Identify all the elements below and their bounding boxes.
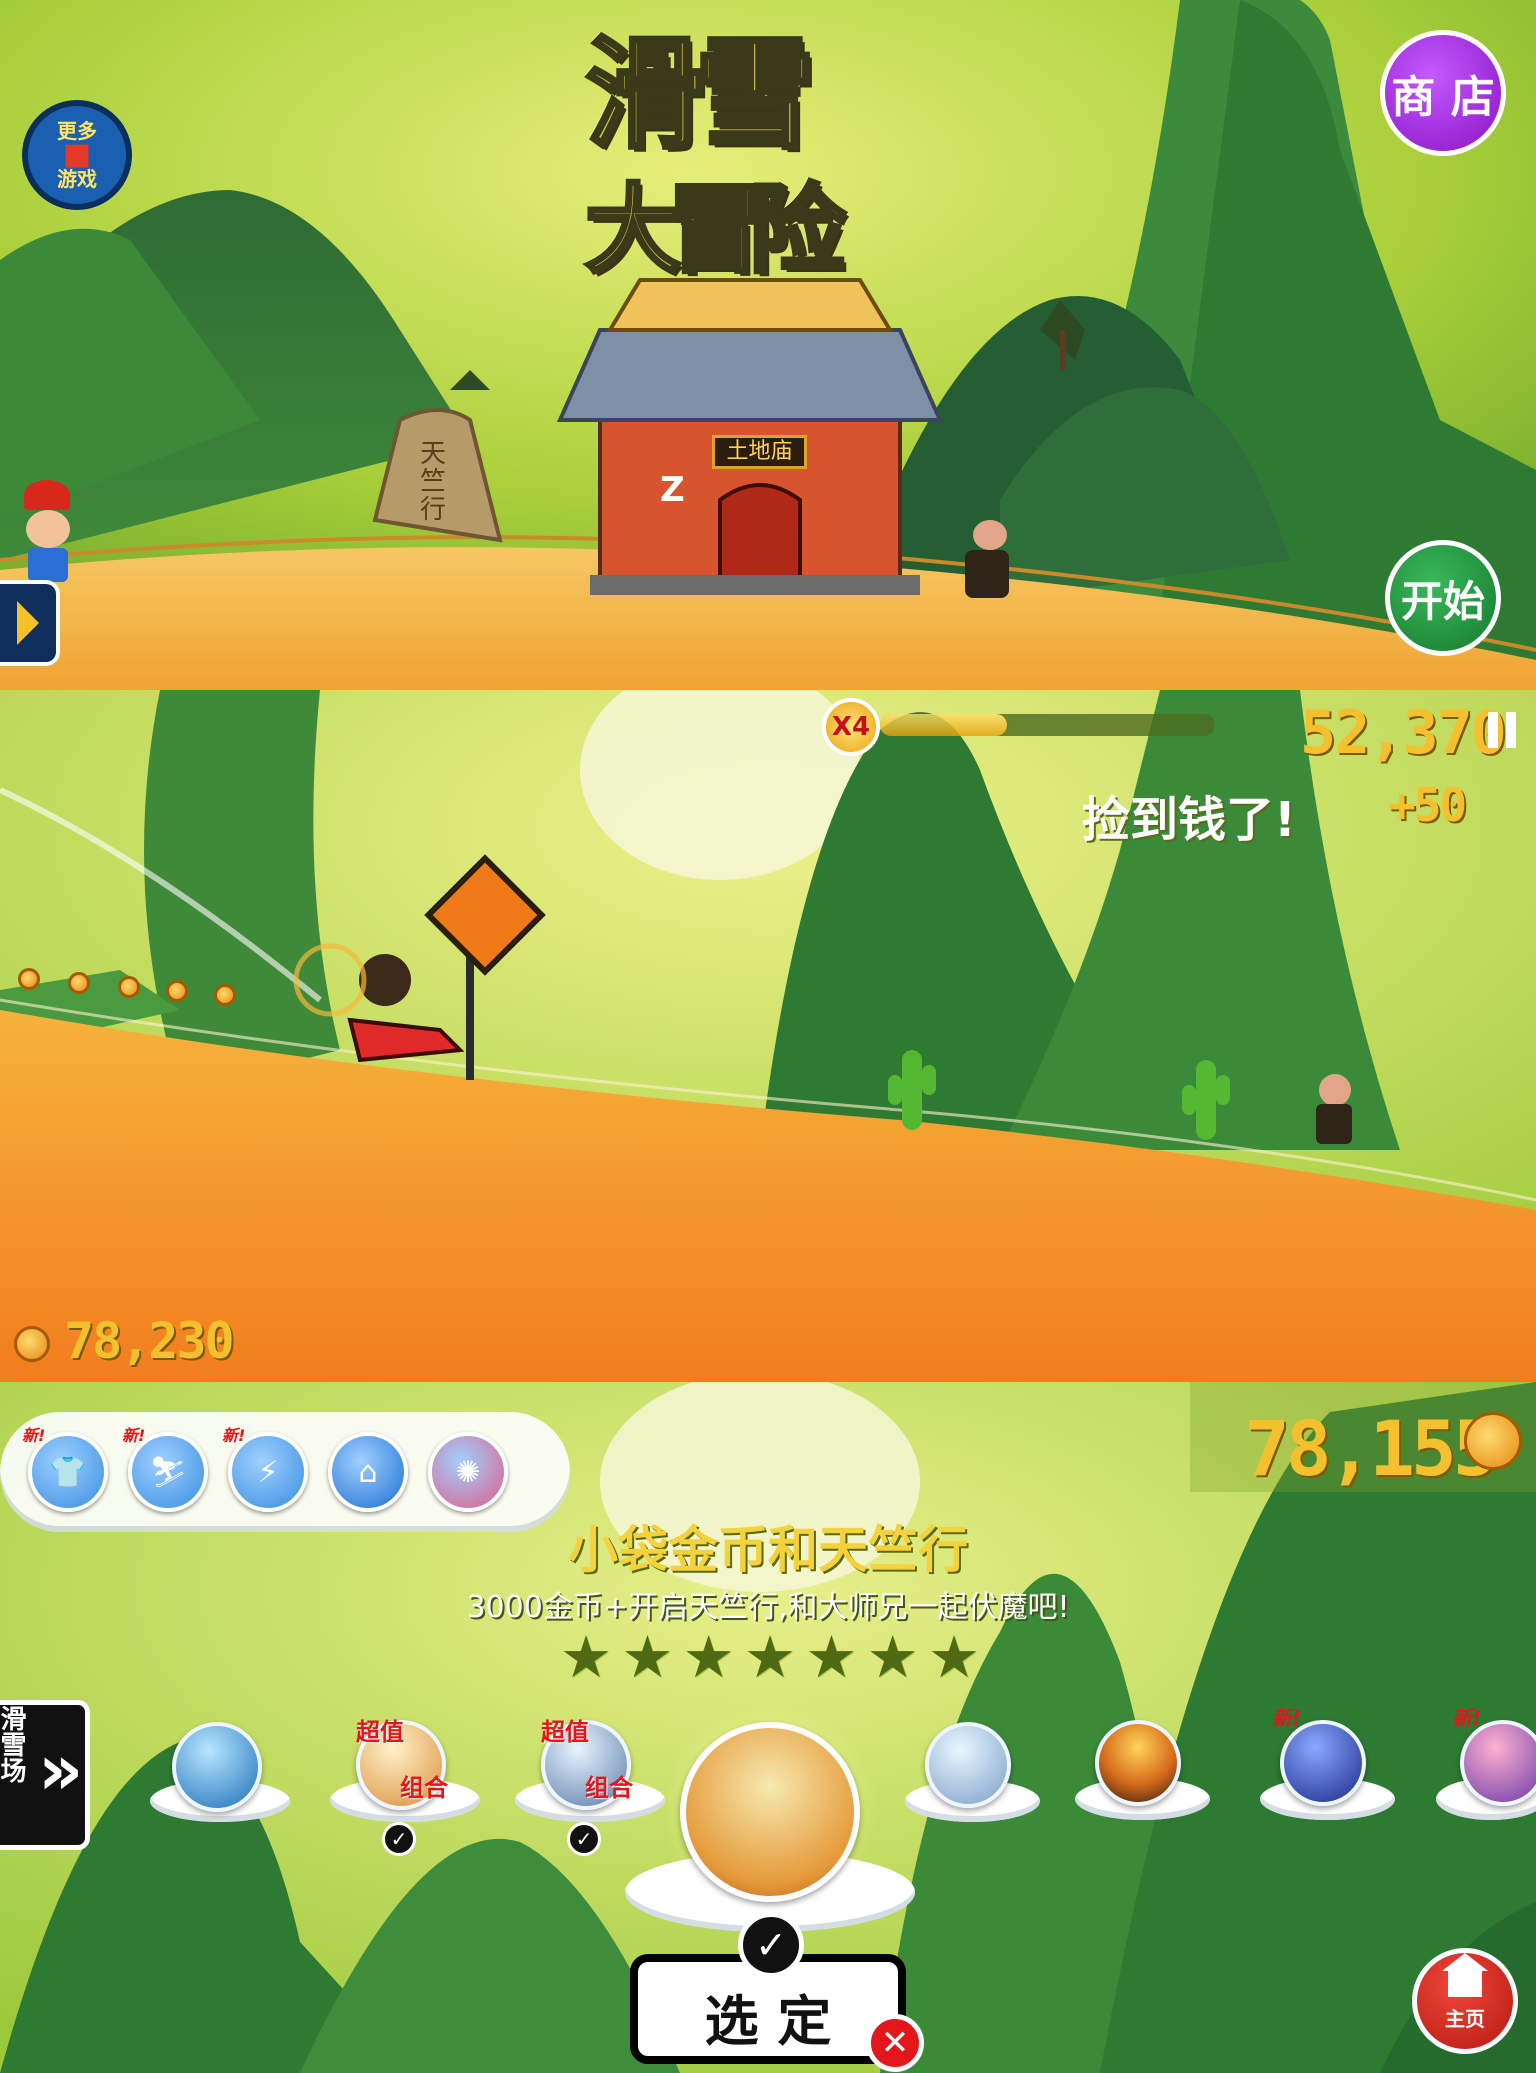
play-arrow-icon: [17, 601, 39, 645]
score-value: 52,370: [1300, 698, 1507, 768]
shop-coins-total: 78,155: [1244, 1404, 1499, 1493]
start-button[interactable]: 开始: [1385, 540, 1501, 656]
gift-icon: ■: [62, 137, 92, 172]
confirm-check-icon: ✓: [738, 1912, 804, 1978]
coin-icon: [14, 1326, 50, 1362]
category-tab-snowmobile[interactable]: ⛷ 新!: [122, 1426, 208, 1512]
run-coins-total: 78,230: [64, 1312, 235, 1370]
new-tag: 新!: [122, 1426, 146, 1445]
stage-item-dusk-mountain[interactable]: 新!: [1430, 1702, 1536, 1832]
sleep-glyph: Z: [660, 470, 685, 510]
house-tool-icon: ⌂: [328, 1432, 408, 1512]
home-button[interactable]: 主页: [1412, 1948, 1518, 2054]
multiplier-badge: X4: [822, 698, 880, 756]
pause-icon[interactable]: [1488, 712, 1516, 748]
cancel-close-icon[interactable]: ✕: [866, 2014, 924, 2072]
gameplay-background: [0, 690, 1536, 1382]
new-tag: 新!: [222, 1426, 246, 1445]
confirm-label: 选 定: [704, 1989, 832, 2053]
multiplier-track: [880, 714, 1215, 736]
item-title: 小袋金币和天竺行: [568, 1521, 968, 1579]
home-label: 主页: [1445, 2006, 1485, 2031]
monk-character: [965, 520, 1015, 600]
stage-item-sunset-house[interactable]: [1065, 1712, 1215, 1832]
star-icon: ★: [805, 1623, 858, 1691]
side-drawer-tab[interactable]: [0, 580, 60, 666]
coin-pickup: [68, 972, 90, 994]
event-bonus: +50: [1388, 778, 1467, 832]
stage-item-snow-temple[interactable]: [895, 1722, 1045, 1832]
star-icon: ★: [866, 1623, 919, 1691]
coin-pack-icon: ✺: [428, 1432, 508, 1512]
game-title-line2: 大冒险: [583, 173, 847, 287]
item-description: 3000金币+开启天竺行,和大师兄一起伏魔吧!: [466, 1590, 1070, 1625]
deal-badge-bottom: 组合: [400, 1774, 448, 1802]
stage-item-deal-combo[interactable]: 超值 组合 ✓: [320, 1712, 490, 1856]
new-tag: 新!: [22, 1426, 46, 1445]
coin-icon: [1464, 1412, 1522, 1470]
category-tab-coin-pack[interactable]: ✺: [428, 1432, 508, 1512]
stage-left-label: 滑雪场: [0, 1705, 26, 1783]
category-bar: 👕 新! ⛷ 新! ⚡ 新! ⌂ ✺: [22, 1426, 508, 1512]
main-menu-panel: 滑雪 大冒险 更多 ■ 游戏 商 店 土地庙 天竺行 Z 开始: [0, 0, 1536, 690]
check-icon: ✓: [382, 1822, 416, 1856]
category-tab-house-tool[interactable]: ⌂: [328, 1432, 408, 1512]
player-character: [18, 480, 78, 582]
category-tab-shirt[interactable]: 👕 新!: [22, 1426, 108, 1512]
stage-item-ice-temple[interactable]: [140, 1722, 300, 1832]
multiplier-fill: [880, 714, 1008, 736]
rating-stars: ★ ★ ★ ★ ★ ★ ★: [560, 1628, 980, 1686]
star-icon: ★: [621, 1623, 674, 1691]
temple-sign: 土地庙: [712, 435, 807, 469]
stage-item-night-snow[interactable]: 新!: [1250, 1702, 1400, 1832]
new-tag: 新!: [1452, 1706, 1482, 1730]
game-title-line1: 滑雪: [583, 24, 817, 165]
home-icon: [1442, 1952, 1488, 1997]
coin-pickup: [118, 976, 140, 998]
category-tab-lightning[interactable]: ⚡ 新!: [222, 1426, 308, 1512]
deal-badge-top: 超值: [541, 1718, 589, 1746]
stone-tablet-text: 天竺行: [420, 439, 447, 525]
stage-item-selected[interactable]: [620, 1702, 920, 1942]
deal-badge-top: 超值: [356, 1718, 404, 1746]
new-tag: 新!: [1272, 1706, 1302, 1730]
star-icon: ★: [743, 1623, 796, 1691]
star-icon: ★: [560, 1623, 612, 1691]
star-icon: ★: [682, 1623, 735, 1691]
chevron-right-icon: »: [38, 1729, 84, 1811]
star-icon: ★: [927, 1623, 980, 1691]
stage-select-panel: 👕 新! ⛷ 新! ⚡ 新! ⌂ ✺ 78,155 小袋金币和天竺行 3000金币+开启天竺行…: [0, 1382, 1536, 2073]
stage-left-tab[interactable]: 滑雪场 »: [0, 1700, 90, 1850]
coin-pickup: [166, 980, 188, 1002]
gameplay-panel: X4 52,370 捡到钱了! +50 78,230: [0, 690, 1536, 1382]
more-games-button[interactable]: 更多 ■ 游戏: [22, 100, 132, 210]
coin-pickup: [214, 984, 236, 1006]
coin-pickup: [18, 968, 40, 990]
check-icon: ✓: [567, 1822, 601, 1856]
event-message: 捡到钱了!: [1082, 792, 1296, 848]
more-games-label-bottom: 游戏: [57, 167, 97, 191]
shop-button[interactable]: 商 店: [1380, 30, 1506, 156]
